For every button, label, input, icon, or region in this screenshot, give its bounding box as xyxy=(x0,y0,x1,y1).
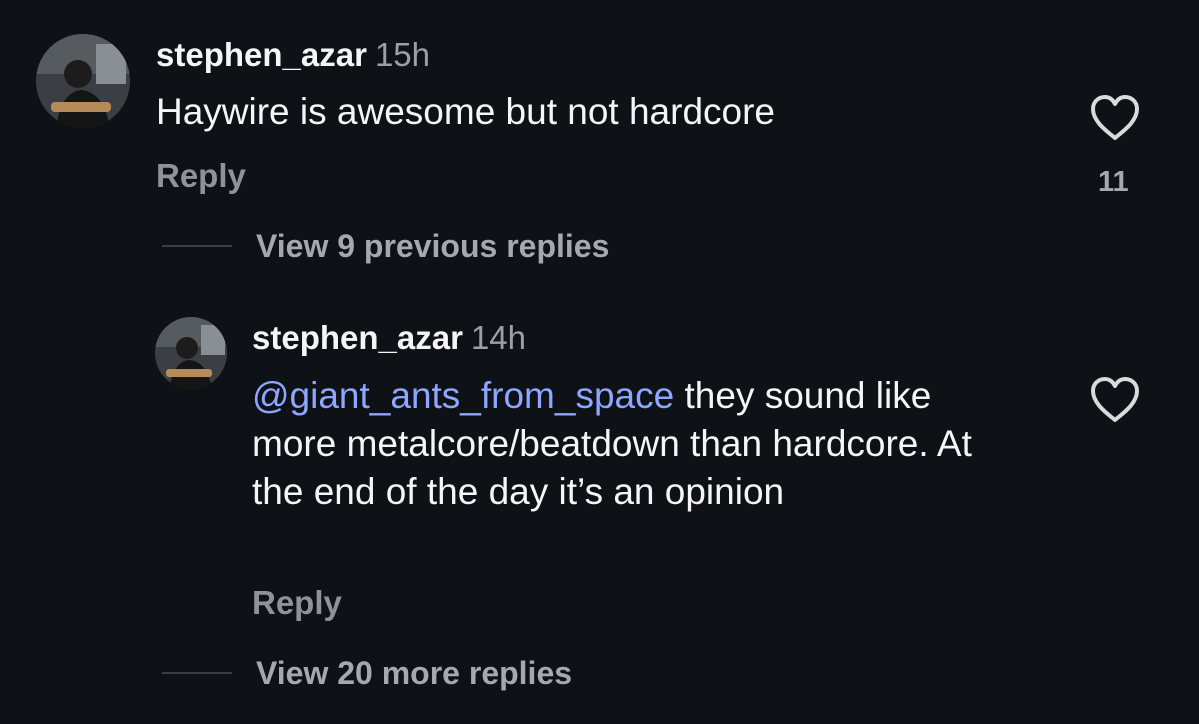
view-more-replies-button[interactable]: View 20 more replies xyxy=(256,655,572,692)
comment-username[interactable]: stephen_azar 15h xyxy=(156,36,430,74)
reply-text: @giant_ants_from_space they sound like m… xyxy=(252,372,1012,516)
reply-timestamp: 14h xyxy=(470,319,526,356)
thread-divider xyxy=(162,245,232,247)
comment-timestamp: 15h xyxy=(374,36,430,73)
reply-button[interactable]: Reply xyxy=(156,157,246,195)
username-label[interactable]: stephen_azar xyxy=(156,36,367,73)
avatar[interactable] xyxy=(155,317,227,389)
mention-link[interactable]: @giant_ants_from_space xyxy=(252,375,674,416)
view-previous-replies-button[interactable]: View 9 previous replies xyxy=(256,228,609,265)
comment-text: Haywire is awesome but not hardcore xyxy=(156,88,1016,136)
profile-photo-icon xyxy=(155,317,227,389)
like-button[interactable] xyxy=(1088,375,1142,425)
reply-username[interactable]: stephen_azar 14h xyxy=(252,319,526,357)
heart-icon xyxy=(1091,95,1139,140)
username-label[interactable]: stephen_azar xyxy=(252,319,463,356)
profile-photo-icon xyxy=(36,34,130,128)
comment-body: Haywire is awesome but not hardcore xyxy=(156,91,776,132)
avatar[interactable] xyxy=(36,34,130,128)
heart-icon xyxy=(1091,377,1139,422)
like-count: 11 xyxy=(1098,166,1129,198)
reply-button[interactable]: Reply xyxy=(252,584,342,622)
like-button[interactable] xyxy=(1088,93,1142,143)
thread-divider xyxy=(162,672,232,674)
